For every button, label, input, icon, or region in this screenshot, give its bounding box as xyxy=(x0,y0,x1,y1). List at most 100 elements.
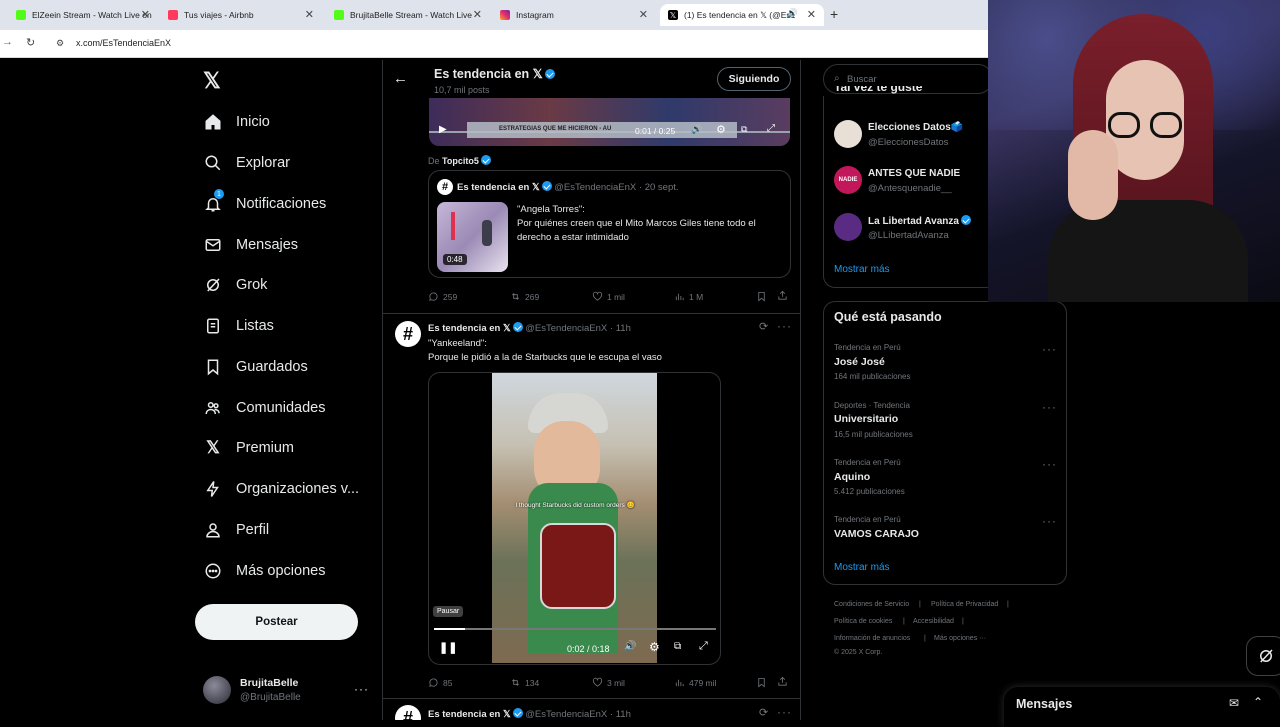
video-progress-track[interactable] xyxy=(434,628,716,630)
new-message-icon[interactable]: ✉ xyxy=(1229,696,1239,710)
settings-gear-icon[interactable]: ⚙ xyxy=(716,123,726,136)
speaker-tab-icon[interactable]: 🔊 xyxy=(787,8,798,19)
browser-tab-airbnb[interactable]: Tus viajes - Airbnb ✕ xyxy=(160,4,322,26)
avatar[interactable] xyxy=(834,213,862,241)
following-button[interactable]: Siguiendo xyxy=(717,67,791,91)
browser-tab-elzeein[interactable]: ElZeein Stream - Watch Live on ✕ xyxy=(8,4,158,26)
nav-item-explore[interactable]: Explorar xyxy=(204,148,290,178)
forward-icon[interactable]: → xyxy=(2,36,13,48)
grok-analyze-icon[interactable]: ⟳ xyxy=(759,706,768,719)
site-info-icon[interactable]: ⚙ xyxy=(56,38,64,49)
repost-button[interactable]: 134 xyxy=(510,677,539,688)
nav-item-more[interactable]: Más opciones xyxy=(204,556,325,586)
video-player[interactable]: I thought Starbucks did custom orders 😊 … xyxy=(428,372,721,665)
fullscreen-icon[interactable]: ⤢ xyxy=(767,123,775,134)
like-button[interactable]: 3 mil xyxy=(592,677,625,688)
quoted-tweet[interactable]: # Es tendencia en 𝕏 @EsTendenciaEnX · 20… xyxy=(428,170,791,278)
hashtag-avatar-icon[interactable]: # xyxy=(395,321,421,347)
volume-icon[interactable]: 🔊 xyxy=(624,641,636,652)
close-tab-icon[interactable]: ✕ xyxy=(473,8,482,21)
nav-item-messages[interactable]: Mensajes xyxy=(204,230,298,260)
tweet-more-button[interactable]: ··· xyxy=(777,705,792,719)
grok-floating-button[interactable] xyxy=(1246,636,1280,676)
reload-icon[interactable]: ↻ xyxy=(26,36,35,49)
url-field[interactable]: x.com/EsTendenciaEnX xyxy=(76,38,171,48)
show-more-link[interactable]: Mostrar más xyxy=(834,264,890,275)
x-logo-icon[interactable]: 𝕏 xyxy=(203,70,225,92)
trend-name[interactable]: VAMOS CARAJO xyxy=(834,528,919,540)
quote-author: Es tendencia en 𝕏 @EsTendenciaEnX · 20 s… xyxy=(457,181,679,193)
avatar[interactable] xyxy=(834,120,862,148)
suggestion-name[interactable]: ANTES QUE NADIE xyxy=(868,168,960,179)
repost-button[interactable]: 269 xyxy=(510,291,539,302)
browser-tab-brujitabelle[interactable]: BrujitaBelle Stream - Watch Live ✕ xyxy=(326,4,490,26)
messages-drawer[interactable]: Mensajes ✉ ⌃ xyxy=(1004,687,1280,727)
trend-name[interactable]: José José xyxy=(834,356,885,368)
nav-item-notifications[interactable]: 1 Notificaciones xyxy=(204,189,326,219)
browser-tab-x-active[interactable]: 𝕏 (1) Es tendencia en 𝕏 (@Es1 🔊 ✕ xyxy=(660,4,824,26)
hashtag-avatar-icon[interactable]: # xyxy=(395,705,421,720)
nav-item-profile[interactable]: Perfil xyxy=(204,515,269,545)
avatar[interactable] xyxy=(203,676,231,704)
terms-link[interactable]: Condiciones de Servicio xyxy=(834,601,909,608)
reply-button[interactable]: 259 xyxy=(428,291,457,302)
tweet-author[interactable]: Es tendencia en 𝕏 @EsTendenciaEnX · 11h xyxy=(428,708,631,720)
like-button[interactable]: 1 mil xyxy=(592,291,625,302)
expand-chevron-icon[interactable]: ⌃ xyxy=(1253,695,1263,709)
trend-meta: Tendencia en Perú xyxy=(834,458,901,467)
suggestion-name[interactable]: Elecciones Datos🗳️ xyxy=(868,122,963,133)
ads-info-link[interactable]: Información de anuncios xyxy=(834,635,910,642)
lightning-icon xyxy=(204,480,222,498)
bookmark-icon xyxy=(758,291,765,302)
views-button[interactable]: 1 M xyxy=(674,291,703,302)
accessibility-link[interactable]: Accesibilidad xyxy=(913,618,954,625)
close-tab-icon[interactable]: ✕ xyxy=(639,8,648,21)
pause-icon[interactable]: ❚❚ xyxy=(439,641,457,654)
suggestion-name[interactable]: La Libertad Avanza xyxy=(868,215,971,227)
settings-gear-icon[interactable]: ⚙ xyxy=(649,640,660,654)
tweet-more-button[interactable]: ··· xyxy=(777,319,792,333)
share-button[interactable] xyxy=(777,290,792,301)
nav-item-lists[interactable]: Listas xyxy=(204,311,274,341)
share-icon xyxy=(778,290,787,300)
bookmark-button[interactable] xyxy=(756,291,771,302)
nav-item-premium[interactable]: 𝕏 Premium xyxy=(204,433,294,463)
trend-more-button[interactable]: ··· xyxy=(1042,457,1057,471)
account-menu-button[interactable]: ··· xyxy=(354,682,369,696)
close-tab-icon[interactable]: ✕ xyxy=(305,8,314,21)
back-arrow-icon[interactable]: ← xyxy=(393,70,408,87)
post-button[interactable]: Postear xyxy=(195,604,358,640)
picture-in-picture-icon[interactable]: ⧉ xyxy=(741,124,747,135)
quote-thumbnail[interactable]: 0:48 xyxy=(437,202,508,272)
nav-item-bookmarks[interactable]: Guardados xyxy=(204,352,308,382)
nav-item-communities[interactable]: Comunidades xyxy=(204,393,325,423)
avatar[interactable]: NADIE xyxy=(834,166,862,194)
play-icon[interactable]: ▶ xyxy=(439,124,447,135)
nav-item-organizations[interactable]: Organizaciones v... xyxy=(204,474,359,504)
video-player[interactable]: ESTRATEGIAS QUE ME HICIERON - AU ▶ 0:01 … xyxy=(429,98,790,146)
tweet-author[interactable]: Es tendencia en 𝕏 @EsTendenciaEnX · 11h xyxy=(428,322,631,334)
browser-tab-instagram[interactable]: Instagram ✕ xyxy=(492,4,656,26)
trend-name[interactable]: Aquino xyxy=(834,471,870,483)
cookies-link[interactable]: Política de cookies xyxy=(834,618,892,625)
share-button[interactable] xyxy=(777,676,792,687)
trends-show-more-link[interactable]: Mostrar más xyxy=(834,562,890,573)
fullscreen-icon[interactable]: ⤢ xyxy=(699,640,708,653)
views-button[interactable]: 479 mil xyxy=(674,677,716,688)
more-options-link[interactable]: Más opciones ··· xyxy=(934,635,986,642)
trend-more-button[interactable]: ··· xyxy=(1042,342,1057,356)
nav-item-grok[interactable]: Grok xyxy=(204,270,267,300)
close-tab-icon[interactable]: ✕ xyxy=(141,8,150,21)
volume-icon[interactable]: 🔊 xyxy=(691,124,702,135)
grok-analyze-icon[interactable]: ⟳ xyxy=(759,320,768,333)
trend-more-button[interactable]: ··· xyxy=(1042,400,1057,414)
trend-more-button[interactable]: ··· xyxy=(1042,514,1057,528)
trend-name[interactable]: Universitario xyxy=(834,413,898,425)
picture-in-picture-icon[interactable]: ⧉ xyxy=(674,641,681,652)
bookmark-button[interactable] xyxy=(756,677,771,688)
close-tab-icon[interactable]: ✕ xyxy=(807,8,816,21)
reply-button[interactable]: 85 xyxy=(428,677,452,688)
new-tab-button[interactable]: + xyxy=(830,6,838,22)
nav-item-home[interactable]: Inicio xyxy=(204,107,270,137)
privacy-link[interactable]: Política de Privacidad xyxy=(931,601,998,608)
